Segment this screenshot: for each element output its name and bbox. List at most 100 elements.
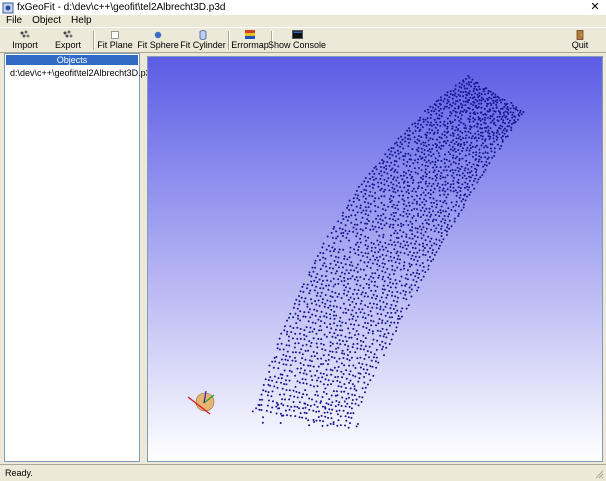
cloud-point: [289, 414, 292, 417]
cloud-point: [419, 123, 422, 126]
cloud-point: [392, 195, 395, 198]
cloud-point: [371, 342, 374, 345]
cloud-point: [470, 170, 473, 173]
object-list-item[interactable]: d:\dev\c++\geofit\tel2Albrecht3D.p3d: [5, 66, 156, 78]
cloud-point: [414, 284, 417, 287]
cloud-point: [304, 406, 307, 409]
cloud-point: [374, 297, 377, 300]
cloud-point: [395, 160, 398, 163]
cloud-point: [404, 155, 406, 158]
cloud-point: [309, 384, 312, 387]
cloud-point: [322, 242, 325, 245]
cloud-point: [307, 364, 310, 367]
cloud-point: [417, 158, 420, 161]
cloud-point: [298, 381, 301, 384]
cloud-point: [502, 111, 505, 114]
cloud-point: [428, 211, 431, 214]
cloud-point: [490, 93, 493, 96]
quit-button[interactable]: Quit: [570, 29, 590, 51]
cloud-point: [340, 370, 343, 373]
cloud-point: [316, 405, 319, 408]
cloud-point: [481, 127, 483, 130]
cloud-point: [347, 204, 350, 207]
cloud-point: [384, 153, 387, 156]
import-button[interactable]: Import: [12, 29, 38, 51]
export-button[interactable]: Export: [55, 29, 81, 51]
cloud-point: [331, 296, 334, 299]
cloud-point: [429, 151, 432, 153]
cloud-point: [342, 302, 345, 305]
resize-grip-icon[interactable]: [594, 469, 604, 479]
cloud-point: [325, 316, 328, 319]
cloud-point: [296, 326, 299, 329]
cloud-point: [376, 339, 379, 342]
cloud-point: [353, 288, 356, 291]
cloud-point: [444, 180, 447, 183]
cloud-point: [452, 183, 455, 185]
cloud-point: [461, 104, 464, 107]
cloud-point: [434, 175, 437, 177]
cloud-point: [507, 112, 510, 115]
fit-cylinder-button[interactable]: Fit Cylinder: [180, 29, 226, 51]
cloud-point: [477, 106, 480, 108]
cloud-point: [364, 304, 367, 307]
cloud-point: [421, 178, 424, 181]
cloud-point: [471, 183, 474, 186]
cloud-point: [367, 295, 369, 298]
cloud-point: [400, 190, 403, 193]
menu-help[interactable]: Help: [66, 15, 97, 27]
show-console-button[interactable]: Show Console: [268, 29, 326, 51]
cloud-point: [313, 403, 316, 406]
cloud-point: [310, 375, 313, 378]
cloud-point: [422, 191, 425, 194]
cloud-point: [501, 125, 504, 128]
cloud-point: [424, 219, 427, 222]
cloud-point: [343, 352, 346, 355]
cloud-point: [343, 255, 346, 258]
cloud-point: [301, 378, 304, 380]
menu-object[interactable]: Object: [27, 15, 66, 27]
cloud-point: [430, 185, 433, 188]
cloud-point: [345, 216, 348, 218]
cloud-point: [327, 416, 330, 419]
cloud-point: [502, 119, 505, 122]
cloud-point: [355, 266, 358, 269]
cloud-point: [272, 366, 275, 369]
close-button[interactable]: ✕: [588, 1, 602, 13]
cloud-point: [268, 370, 271, 373]
cloud-point: [461, 172, 464, 175]
cloud-point: [391, 333, 394, 336]
cloud-point: [383, 171, 386, 174]
cloud-point: [457, 137, 460, 140]
cloud-point: [361, 308, 364, 311]
cloud-point: [465, 177, 468, 180]
cloud-point: [429, 193, 432, 196]
3d-viewport[interactable]: [147, 56, 603, 462]
cloud-point: [406, 241, 408, 244]
cloud-point: [436, 129, 439, 132]
cloud-point: [353, 269, 356, 272]
cloud-point: [330, 308, 333, 311]
cloud-point: [353, 306, 356, 309]
cloud-point: [381, 262, 384, 265]
cloud-point: [396, 321, 399, 324]
cloud-point: [343, 390, 346, 393]
cloud-point: [435, 121, 438, 124]
cloud-point: [467, 188, 469, 191]
fit-sphere-button[interactable]: Fit Sphere: [137, 29, 179, 51]
fit-plane-button[interactable]: Fit Plane: [97, 29, 133, 51]
cloud-point: [462, 80, 465, 83]
cloud-point: [363, 201, 366, 204]
cloud-point: [434, 214, 437, 216]
cloud-point: [395, 326, 398, 329]
menu-file[interactable]: File: [0, 15, 27, 27]
cloud-point: [327, 358, 330, 361]
cloud-point: [345, 397, 348, 400]
cloud-point: [491, 130, 494, 133]
cloud-point: [330, 356, 333, 358]
cloud-point: [298, 300, 301, 303]
point-cloud-view[interactable]: [148, 57, 602, 461]
cloud-point: [299, 310, 302, 313]
cloud-point: [415, 202, 418, 205]
errormap-button[interactable]: Errormap: [231, 29, 269, 51]
